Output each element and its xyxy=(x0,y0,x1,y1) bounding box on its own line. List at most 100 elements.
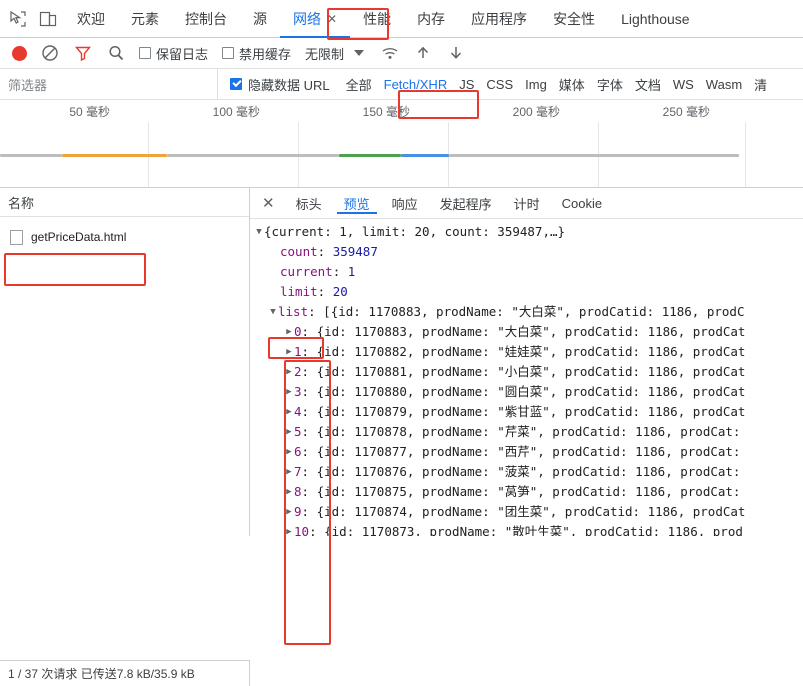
chevron-right-icon[interactable] xyxy=(284,382,294,402)
tab-console[interactable]: 控制台 xyxy=(172,0,240,37)
filter-type-doc[interactable]: 文档 xyxy=(629,75,667,94)
tab-cookies[interactable]: Cookie xyxy=(551,196,613,211)
chevron-right-icon[interactable] xyxy=(284,422,294,442)
tab-lighthouse[interactable]: Lighthouse xyxy=(608,0,703,37)
json-array-item[interactable]: 2: {id: 1170881, prodName: "小白菜", prodCa… xyxy=(250,362,803,382)
chevron-right-icon[interactable] xyxy=(284,402,294,422)
chevron-right-icon[interactable] xyxy=(284,342,294,362)
tab-memory[interactable]: 内存 xyxy=(404,0,458,37)
clear-button[interactable] xyxy=(40,43,60,63)
requests-panel: 名称 getPriceData.html xyxy=(0,188,250,536)
chevron-down-icon[interactable] xyxy=(268,302,278,322)
chevron-down-icon[interactable] xyxy=(354,50,365,56)
tab-security[interactable]: 安全性 xyxy=(540,0,608,37)
timeline-tick: 250 毫秒 xyxy=(662,105,710,119)
filter-type-other[interactable]: 清 xyxy=(748,75,773,94)
tab-sources[interactable]: 源 xyxy=(240,0,280,37)
json-key: current xyxy=(280,264,333,279)
resource-type-filters: 全部 Fetch/XHR JS CSS Img 媒体 字体 文档 WS Wasm… xyxy=(340,75,774,94)
filter-type-img[interactable]: Img xyxy=(519,77,553,92)
array-index: 9 xyxy=(294,504,302,519)
chevron-down-icon[interactable] xyxy=(254,222,264,242)
json-array-item[interactable]: 7: {id: 1170876, prodName: "菠菜", prodCat… xyxy=(250,462,803,482)
tab-response[interactable]: 响应 xyxy=(381,194,429,213)
filter-type-font[interactable]: 字体 xyxy=(591,75,629,94)
tab-elements[interactable]: 元素 xyxy=(118,0,172,37)
preserve-log-checkbox[interactable]: 保留日志 xyxy=(139,44,208,63)
json-root-summary: {current: 1, limit: 20, count: 359487,…} xyxy=(264,224,566,239)
request-row-getpricedata[interactable]: getPriceData.html xyxy=(0,225,249,249)
upload-icon[interactable] xyxy=(413,43,433,63)
close-icon[interactable]: ✕ xyxy=(327,12,337,26)
array-index: 7 xyxy=(294,464,302,479)
array-item-summary: {id: 1170879, prodName: "紫甘蓝", prodCatid… xyxy=(316,404,746,419)
download-icon[interactable] xyxy=(446,43,466,63)
filter-type-ws[interactable]: WS xyxy=(667,77,700,92)
device-toolbar-icon[interactable] xyxy=(38,9,58,29)
filter-type-media[interactable]: 媒体 xyxy=(553,75,591,94)
timeline-bar xyxy=(0,154,62,157)
record-button[interactable] xyxy=(12,45,27,61)
chevron-right-icon[interactable] xyxy=(284,462,294,482)
tab-performance[interactable]: 性能 xyxy=(350,0,404,37)
timeline-bar xyxy=(401,154,449,157)
throttling-select[interactable]: 无限制 xyxy=(305,44,344,63)
tab-timing[interactable]: 计时 xyxy=(503,194,551,213)
filter-type-css[interactable]: CSS xyxy=(480,77,519,92)
json-array-item[interactable]: 0: {id: 1170883, prodName: "大白菜", prodCa… xyxy=(250,322,803,342)
chevron-right-icon[interactable] xyxy=(284,502,294,522)
json-array-item[interactable]: 5: {id: 1170878, prodName: "芹菜", prodCat… xyxy=(250,422,803,442)
tab-application[interactable]: 应用程序 xyxy=(458,0,540,37)
tab-preview[interactable]: 预览 xyxy=(333,194,381,214)
tab-initiator[interactable]: 发起程序 xyxy=(429,194,503,213)
filter-icon[interactable] xyxy=(73,43,93,63)
requests-column-header[interactable]: 名称 xyxy=(0,188,249,217)
json-list-row[interactable]: list: [{id: 1170883, prodName: "大白菜", pr… xyxy=(250,302,803,322)
json-array-item[interactable]: 6: {id: 1170877, prodName: "西芹", prodCat… xyxy=(250,442,803,462)
timeline-bar xyxy=(339,154,401,157)
tab-headers[interactable]: 标头 xyxy=(285,194,333,213)
json-root-row[interactable]: {current: 1, limit: 20, count: 359487,…} xyxy=(250,222,803,242)
array-item-summary: {id: 1170875, prodName: "莴笋", prodCatid:… xyxy=(316,484,741,499)
filter-type-fetch-xhr[interactable]: Fetch/XHR xyxy=(378,77,454,92)
chevron-right-icon[interactable] xyxy=(284,322,294,342)
close-icon[interactable]: ✕ xyxy=(250,194,285,212)
chevron-right-icon[interactable] xyxy=(284,362,294,382)
json-array-item[interactable]: 10: {id: 1170873, prodName: "散叶生菜", prod… xyxy=(250,522,803,536)
array-item-summary: {id: 1170882, prodName: "娃娃菜", prodCatid… xyxy=(316,344,746,359)
json-field-row: count: 359487 xyxy=(250,242,803,262)
hide-data-urls-checkbox[interactable]: 隐藏数据 URL xyxy=(218,75,340,94)
status-text: 1 / 37 次请求 已传送7.8 kB/35.9 kB xyxy=(8,667,195,681)
json-array-item[interactable]: 1: {id: 1170882, prodName: "娃娃菜", prodCa… xyxy=(250,342,803,362)
inspect-icon[interactable] xyxy=(8,9,28,29)
chevron-right-icon[interactable] xyxy=(284,442,294,462)
array-index: 1 xyxy=(294,344,302,359)
json-value: 20 xyxy=(332,284,348,299)
search-icon[interactable] xyxy=(106,43,126,63)
network-timeline: 50 毫秒 100 毫秒 150 毫秒 200 毫秒 250 毫秒 xyxy=(0,100,803,188)
filter-type-js[interactable]: JS xyxy=(453,77,480,92)
page-icon xyxy=(10,229,23,245)
chevron-right-icon[interactable] xyxy=(284,482,294,502)
json-key-list: list xyxy=(278,304,309,319)
filter-type-all[interactable]: 全部 xyxy=(340,75,378,94)
preview-json-tree: {current: 1, limit: 20, count: 359487,…}… xyxy=(250,219,803,536)
array-index: 5 xyxy=(294,424,302,439)
json-array-item[interactable]: 8: {id: 1170875, prodName: "莴笋", prodCat… xyxy=(250,482,803,502)
array-index: 6 xyxy=(294,444,302,459)
timeline-tick: 200 毫秒 xyxy=(512,105,560,119)
filter-type-wasm[interactable]: Wasm xyxy=(700,77,748,92)
array-index: 0 xyxy=(294,324,302,339)
tab-network[interactable]: 网络 ✕ xyxy=(280,0,351,38)
json-array-item[interactable]: 9: {id: 1170874, prodName: "团生菜", prodCa… xyxy=(250,502,803,522)
devtools-tabbar: 欢迎 元素 控制台 源 网络 ✕ 性能 内存 应用程序 安全性 Lighthou… xyxy=(0,0,803,38)
filter-input[interactable]: 筛选器 xyxy=(0,69,218,99)
wifi-icon[interactable] xyxy=(380,43,400,63)
json-key: count xyxy=(280,244,318,259)
disable-cache-checkbox[interactable]: 禁用缓存 xyxy=(222,44,291,63)
tab-welcome[interactable]: 欢迎 xyxy=(64,0,118,37)
json-array-item[interactable]: 3: {id: 1170880, prodName: "圆白菜", prodCa… xyxy=(250,382,803,402)
timeline-tick: 150 毫秒 xyxy=(362,105,410,119)
chevron-right-icon[interactable] xyxy=(284,522,294,536)
json-array-item[interactable]: 4: {id: 1170879, prodName: "紫甘蓝", prodCa… xyxy=(250,402,803,422)
